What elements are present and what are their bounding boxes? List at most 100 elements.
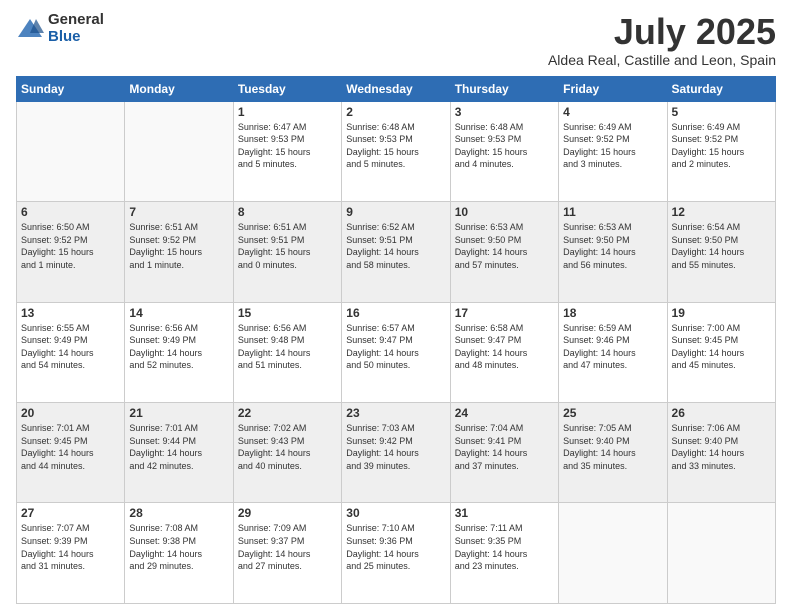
day-info: Sunrise: 6:49 AM Sunset: 9:52 PM Dayligh… — [672, 121, 771, 171]
day-info: Sunrise: 6:55 AM Sunset: 9:49 PM Dayligh… — [21, 322, 120, 372]
day-number: 5 — [672, 105, 771, 119]
calendar-cell-w3-d5: 17Sunrise: 6:58 AM Sunset: 9:47 PM Dayli… — [450, 302, 558, 402]
calendar-cell-w2-d4: 9 Sunrise: 6:52 AM Sunset: 9:51 PM Daylig… — [342, 202, 450, 302]
day-number: 14 — [129, 306, 228, 320]
day-number: 19 — [672, 306, 771, 320]
day-info: Sunrise: 7:09 AM Sunset: 9:37 PM Dayligh… — [238, 522, 337, 572]
calendar-cell-w5-d2: 28 Sunrise: 7:08 AM Sunset: 9:38 PM Dayli… — [125, 503, 233, 604]
day-info: Sunrise: 7:03 AM Sunset: 9:42 PM Dayligh… — [346, 422, 445, 472]
day-info: Sunrise: 6:56 AM Sunset: 9:48 PM Dayligh… — [238, 322, 337, 372]
calendar-cell-w3-d7: 19 Sunrise: 7:00 AM Sunset: 9:45 PM Dayli… — [667, 302, 775, 402]
calendar-cell-w1-d4: 2 Sunrise: 6:48 AM Sunset: 9:53 PM Daylig… — [342, 101, 450, 201]
day-number: 11 — [563, 205, 662, 219]
calendar-cell-w5-d6 — [559, 503, 667, 604]
day-info: Sunrise: 7:08 AM Sunset: 9:38 PM Dayligh… — [129, 522, 228, 572]
day-number: 31 — [455, 506, 554, 520]
calendar-cell-w5-d1: 27 Sunrise: 7:07 AM Sunset: 9:39 PM Dayli… — [17, 503, 125, 604]
day-number: 16 — [346, 306, 445, 320]
day-number: 8 — [238, 205, 337, 219]
calendar-cell-w4-d2: 21 Sunrise: 7:01 AM Sunset: 9:44 PM Dayli… — [125, 403, 233, 503]
day-info: Sunrise: 6:49 AM Sunset: 9:52 PM Dayligh… — [563, 121, 662, 171]
day-number: 21 — [129, 406, 228, 420]
calendar-cell-w3-d1: 13 Sunrise: 6:55 AM Sunset: 9:49 PM Dayli… — [17, 302, 125, 402]
day-number: 23 — [346, 406, 445, 420]
calendar-cell-w1-d2 — [125, 101, 233, 201]
day-info: Sunrise: 6:50 AM Sunset: 9:52 PM Dayligh… — [21, 221, 120, 271]
day-info: Sunrise: 6:51 AM Sunset: 9:51 PM Dayligh… — [238, 221, 337, 271]
header-tuesday: Tuesday — [233, 76, 341, 101]
day-info: Sunrise: 7:01 AM Sunset: 9:45 PM Dayligh… — [21, 422, 120, 472]
day-info: Sunrise: 7:11 AM Sunset: 9:35 PM Dayligh… — [455, 522, 554, 572]
calendar-cell-w4-d4: 23 Sunrise: 7:03 AM Sunset: 9:42 PM Dayli… — [342, 403, 450, 503]
header-wednesday: Wednesday — [342, 76, 450, 101]
day-number: 13 — [21, 306, 120, 320]
page-header: General Blue July 2025 Aldea Real, Casti… — [16, 12, 776, 68]
calendar-cell-w2-d5: 10Sunrise: 6:53 AM Sunset: 9:50 PM Dayli… — [450, 202, 558, 302]
day-number: 12 — [672, 205, 771, 219]
location-subtitle: Aldea Real, Castille and Leon, Spain — [548, 52, 776, 68]
day-number: 10 — [455, 205, 554, 219]
calendar-cell-w5-d3: 29 Sunrise: 7:09 AM Sunset: 9:37 PM Dayli… — [233, 503, 341, 604]
header-sunday: Sunday — [17, 76, 125, 101]
header-saturday: Saturday — [667, 76, 775, 101]
header-monday: Monday — [125, 76, 233, 101]
logo: General Blue — [16, 12, 104, 45]
day-info: Sunrise: 6:51 AM Sunset: 9:52 PM Dayligh… — [129, 221, 228, 271]
calendar-cell-w1-d5: 3 Sunrise: 6:48 AM Sunset: 9:53 PM Daylig… — [450, 101, 558, 201]
calendar-cell-w4-d1: 20 Sunrise: 7:01 AM Sunset: 9:45 PM Dayli… — [17, 403, 125, 503]
day-number: 18 — [563, 306, 662, 320]
calendar-cell-w1-d7: 5 Sunrise: 6:49 AM Sunset: 9:52 PM Daylig… — [667, 101, 775, 201]
calendar-cell-w4-d3: 22 Sunrise: 7:02 AM Sunset: 9:43 PM Dayli… — [233, 403, 341, 503]
day-info: Sunrise: 7:02 AM Sunset: 9:43 PM Dayligh… — [238, 422, 337, 472]
day-number: 29 — [238, 506, 337, 520]
day-info: Sunrise: 6:47 AM Sunset: 9:53 PM Dayligh… — [238, 121, 337, 171]
day-number: 26 — [672, 406, 771, 420]
day-info: Sunrise: 7:05 AM Sunset: 9:40 PM Dayligh… — [563, 422, 662, 472]
calendar-cell-w3-d2: 14Sunrise: 6:56 AM Sunset: 9:49 PM Dayli… — [125, 302, 233, 402]
calendar-header-row: Sunday Monday Tuesday Wednesday Thursday… — [17, 76, 776, 101]
calendar-cell-w3-d4: 16 Sunrise: 6:57 AM Sunset: 9:47 PM Dayli… — [342, 302, 450, 402]
day-number: 25 — [563, 406, 662, 420]
day-info: Sunrise: 7:07 AM Sunset: 9:39 PM Dayligh… — [21, 522, 120, 572]
day-number: 1 — [238, 105, 337, 119]
calendar-cell-w2-d1: 6 Sunrise: 6:50 AM Sunset: 9:52 PM Daylig… — [17, 202, 125, 302]
logo-blue-text: Blue — [48, 29, 104, 46]
calendar-week-5: 27 Sunrise: 7:07 AM Sunset: 9:39 PM Dayli… — [17, 503, 776, 604]
calendar-cell-w4-d7: 26 Sunrise: 7:06 AM Sunset: 9:40 PM Dayli… — [667, 403, 775, 503]
day-info: Sunrise: 6:53 AM Sunset: 9:50 PM Dayligh… — [563, 221, 662, 271]
calendar-week-3: 13 Sunrise: 6:55 AM Sunset: 9:49 PM Dayli… — [17, 302, 776, 402]
day-number: 27 — [21, 506, 120, 520]
day-info: Sunrise: 7:04 AM Sunset: 9:41 PM Dayligh… — [455, 422, 554, 472]
day-number: 2 — [346, 105, 445, 119]
day-number: 22 — [238, 406, 337, 420]
calendar-cell-w1-d6: 4Sunrise: 6:49 AM Sunset: 9:52 PM Daylig… — [559, 101, 667, 201]
calendar-cell-w4-d6: 25 Sunrise: 7:05 AM Sunset: 9:40 PM Dayli… — [559, 403, 667, 503]
day-info: Sunrise: 6:48 AM Sunset: 9:53 PM Dayligh… — [346, 121, 445, 171]
day-info: Sunrise: 6:52 AM Sunset: 9:51 PM Dayligh… — [346, 221, 445, 271]
day-number: 20 — [21, 406, 120, 420]
day-number: 3 — [455, 105, 554, 119]
calendar-cell-w4-d5: 24Sunrise: 7:04 AM Sunset: 9:41 PM Dayli… — [450, 403, 558, 503]
day-info: Sunrise: 6:57 AM Sunset: 9:47 PM Dayligh… — [346, 322, 445, 372]
day-number: 6 — [21, 205, 120, 219]
day-number: 28 — [129, 506, 228, 520]
calendar-cell-w1-d1 — [17, 101, 125, 201]
day-info: Sunrise: 6:54 AM Sunset: 9:50 PM Dayligh… — [672, 221, 771, 271]
calendar-cell-w1-d3: 1 Sunrise: 6:47 AM Sunset: 9:53 PM Daylig… — [233, 101, 341, 201]
day-info: Sunrise: 7:00 AM Sunset: 9:45 PM Dayligh… — [672, 322, 771, 372]
calendar-week-2: 6 Sunrise: 6:50 AM Sunset: 9:52 PM Daylig… — [17, 202, 776, 302]
title-block: July 2025 Aldea Real, Castille and Leon,… — [548, 12, 776, 68]
calendar-cell-w3-d6: 18 Sunrise: 6:59 AM Sunset: 9:46 PM Dayli… — [559, 302, 667, 402]
day-number: 7 — [129, 205, 228, 219]
calendar-cell-w3-d3: 15Sunrise: 6:56 AM Sunset: 9:48 PM Dayli… — [233, 302, 341, 402]
month-title: July 2025 — [548, 12, 776, 52]
day-info: Sunrise: 6:48 AM Sunset: 9:53 PM Dayligh… — [455, 121, 554, 171]
calendar-cell-w5-d4: 30Sunrise: 7:10 AM Sunset: 9:36 PM Dayli… — [342, 503, 450, 604]
day-info: Sunrise: 7:06 AM Sunset: 9:40 PM Dayligh… — [672, 422, 771, 472]
day-number: 9 — [346, 205, 445, 219]
calendar-week-1: 1 Sunrise: 6:47 AM Sunset: 9:53 PM Daylig… — [17, 101, 776, 201]
calendar-cell-w2-d2: 7 Sunrise: 6:51 AM Sunset: 9:52 PM Daylig… — [125, 202, 233, 302]
day-info: Sunrise: 6:59 AM Sunset: 9:46 PM Dayligh… — [563, 322, 662, 372]
day-info: Sunrise: 7:01 AM Sunset: 9:44 PM Dayligh… — [129, 422, 228, 472]
calendar-cell-w5-d7 — [667, 503, 775, 604]
